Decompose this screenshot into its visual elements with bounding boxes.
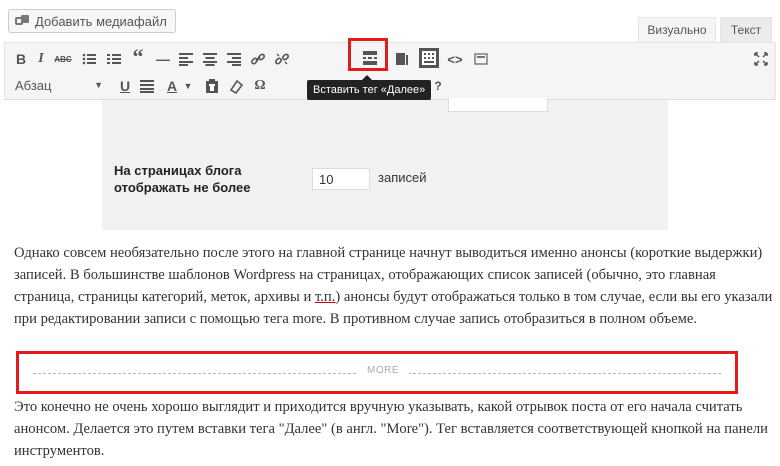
- underline-icon[interactable]: U: [117, 75, 133, 97]
- bold-icon[interactable]: B: [13, 48, 29, 70]
- tab-visual[interactable]: Визуально: [638, 17, 716, 42]
- embedded-posts-input: 10: [312, 168, 370, 190]
- text-color-icon[interactable]: A: [163, 75, 181, 97]
- toolbar-toggle-icon[interactable]: [416, 45, 442, 71]
- help-icon[interactable]: ?: [430, 75, 446, 97]
- embedded-input-top: [448, 98, 548, 112]
- embedded-setting-label: На страницах блога отображать не более: [114, 163, 251, 195]
- embedded-unit-label: записей: [378, 170, 427, 185]
- distraction-free-icon[interactable]: [393, 48, 411, 70]
- more-button-highlight: [348, 38, 388, 71]
- add-media-button[interactable]: Добавить медиафайл: [8, 9, 176, 33]
- strikethrough-icon[interactable]: ABC: [52, 48, 74, 70]
- unlink-icon[interactable]: [273, 48, 291, 70]
- media-icon: [15, 15, 29, 27]
- fullscreen-icon[interactable]: [753, 48, 769, 70]
- embedded-settings-image: На страницах блога отображать не более 1…: [102, 98, 668, 230]
- tab-text[interactable]: Текст: [720, 17, 772, 42]
- paragraph-1-spellcheck: т.п.: [314, 289, 336, 305]
- horizontal-line-icon[interactable]: —: [154, 48, 172, 70]
- align-right-icon[interactable]: [225, 48, 243, 70]
- align-center-icon[interactable]: [201, 48, 219, 70]
- italic-icon[interactable]: I: [33, 48, 49, 70]
- more-tag-block[interactable]: MORE: [16, 351, 738, 394]
- code-icon[interactable]: <>: [446, 48, 464, 70]
- paste-text-icon[interactable]: [203, 75, 221, 97]
- bullet-list-icon[interactable]: [80, 48, 98, 70]
- paragraph-2: Это конечно не очень хорошо выглядит и п…: [14, 399, 768, 459]
- editor-topbar: Добавить медиафайл Визуально Текст: [0, 0, 780, 42]
- numbered-list-icon[interactable]: [105, 48, 123, 70]
- paragraph-1: Однако совсем необязательно после этого …: [14, 242, 774, 330]
- page-break-icon[interactable]: [472, 48, 490, 70]
- blockquote-icon[interactable]: “: [129, 44, 147, 69]
- format-select[interactable]: Абзац ▼: [15, 75, 107, 95]
- insert-more-tooltip: Вставить тег «Далее»: [307, 75, 432, 100]
- link-icon[interactable]: [249, 48, 267, 70]
- justify-icon[interactable]: [138, 75, 156, 97]
- clear-formatting-icon[interactable]: [227, 75, 245, 97]
- align-left-icon[interactable]: [177, 48, 195, 70]
- more-tag-label: MORE: [357, 365, 409, 376]
- special-character-icon[interactable]: Ω: [251, 75, 269, 97]
- add-media-label: Добавить медиафайл: [35, 13, 167, 29]
- format-select-value: Абзац: [15, 77, 52, 93]
- chevron-down-icon: ▼: [94, 80, 103, 90]
- text-color-dropdown-icon[interactable]: ▼: [182, 75, 194, 97]
